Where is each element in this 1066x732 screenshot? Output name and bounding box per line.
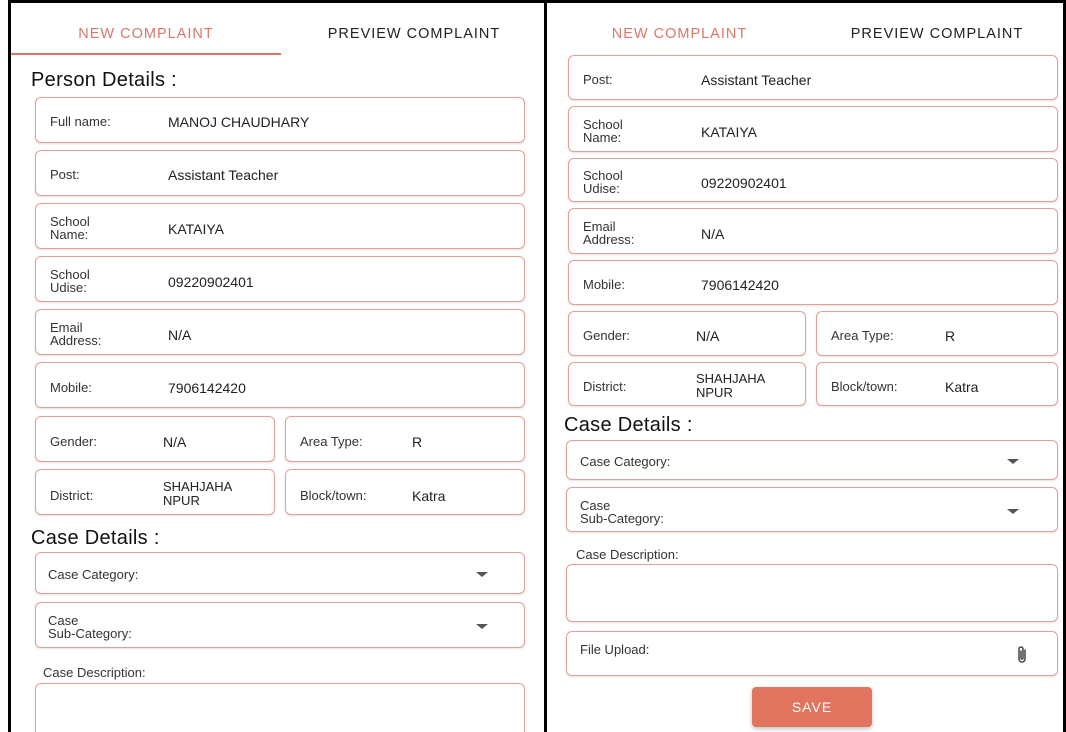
caret-down-icon xyxy=(1007,459,1019,464)
area-type-label: Area Type: xyxy=(300,434,363,449)
block-town-label: Block/town: xyxy=(831,379,898,394)
save-button[interactable]: SAVE xyxy=(752,687,872,727)
active-tab-indicator xyxy=(11,53,281,55)
case-category-label: Case Category: xyxy=(580,454,671,469)
caret-down-icon xyxy=(476,624,488,629)
case-details-heading: Case Details : xyxy=(564,414,693,436)
area-type-field[interactable]: Area Type: R xyxy=(285,416,525,462)
area-type-value: R xyxy=(412,434,423,450)
gender-label: Gender: xyxy=(583,328,630,343)
mobile-label: Mobile: xyxy=(50,380,92,395)
post-field[interactable]: Post: Assistant Teacher xyxy=(35,150,525,196)
school-udise-value: 09220902401 xyxy=(168,274,254,290)
full-name-label: Full name: xyxy=(50,114,111,129)
tab-new-complaint[interactable]: NEW COMPLAINT xyxy=(11,15,281,53)
school-name-value: KATAIYA xyxy=(701,124,758,140)
tab-new-complaint[interactable]: NEW COMPLAINT xyxy=(547,15,812,53)
full-name-field[interactable]: Full name: MANOJ CHAUDHARY xyxy=(35,97,525,143)
case-subcategory-dropdown[interactable]: Case Sub-Category: xyxy=(35,602,525,648)
gender-field[interactable]: Gender: N/A xyxy=(568,311,806,356)
tab-preview-complaint[interactable]: PREVIEW COMPLAINT xyxy=(281,15,544,53)
school-udise-value: 09220902401 xyxy=(701,175,787,191)
block-town-label: Block/town: xyxy=(300,488,367,503)
gender-field[interactable]: Gender: N/A xyxy=(35,416,275,462)
school-udise-field[interactable]: School Udise: 09220902401 xyxy=(568,158,1058,202)
area-type-value: R xyxy=(945,328,956,344)
district-value: SHAHJAHA NPUR xyxy=(163,479,233,508)
case-category-label: Case Category: xyxy=(48,567,139,582)
mobile-value: 7906142420 xyxy=(168,380,246,396)
mobile-field[interactable]: Mobile: 7906142420 xyxy=(35,362,525,408)
file-upload-field[interactable]: File Upload: xyxy=(566,631,1058,676)
block-town-field[interactable]: Block/town: Katra xyxy=(816,362,1058,406)
case-description-label: Case Description: xyxy=(576,547,679,562)
school-udise-label: School Udise: xyxy=(50,267,90,295)
school-name-label: School Name: xyxy=(583,117,623,145)
gender-label: Gender: xyxy=(50,434,97,449)
mobile-value: 7906142420 xyxy=(701,277,779,293)
case-category-dropdown[interactable]: Case Category: xyxy=(566,440,1058,480)
email-field[interactable]: Email Address: N/A xyxy=(35,309,525,355)
block-town-value: Katra xyxy=(412,488,446,504)
case-details-heading: Case Details : xyxy=(31,527,160,549)
email-value: N/A xyxy=(168,327,192,343)
email-field[interactable]: Email Address: N/A xyxy=(568,208,1058,254)
post-field[interactable]: Post: Assistant Teacher xyxy=(568,55,1058,100)
district-value: SHAHJAHA NPUR xyxy=(696,371,766,400)
person-details-heading: Person Details : xyxy=(31,69,177,91)
district-field[interactable]: District: SHAHJAHA NPUR xyxy=(568,362,806,406)
district-label: District: xyxy=(50,488,94,503)
school-udise-field[interactable]: School Udise: 09220902401 xyxy=(35,256,525,302)
new-complaint-screen-left: NEW COMPLAINT PREVIEW COMPLAINT Person D… xyxy=(8,0,547,732)
area-type-field[interactable]: Area Type: R xyxy=(816,311,1058,356)
file-upload-label: File Upload: xyxy=(580,642,650,657)
school-name-value: KATAIYA xyxy=(168,221,225,237)
gender-value: N/A xyxy=(696,328,720,344)
email-label: Email Address: xyxy=(583,219,635,247)
case-description-label: Case Description: xyxy=(43,665,146,680)
full-name-value: MANOJ CHAUDHARY xyxy=(168,114,310,130)
case-description-input[interactable] xyxy=(35,683,525,732)
mobile-field[interactable]: Mobile: 7906142420 xyxy=(568,260,1058,305)
block-town-field[interactable]: Block/town: Katra xyxy=(285,469,525,515)
case-description-input[interactable] xyxy=(566,564,1058,622)
block-town-value: Katra xyxy=(945,379,979,395)
post-label: Post: xyxy=(583,72,613,87)
school-name-field[interactable]: School Name: KATAIYA xyxy=(568,106,1058,152)
school-name-field[interactable]: School Name: KATAIYA xyxy=(35,203,525,249)
district-label: District: xyxy=(583,379,627,394)
new-complaint-screen-right: NEW COMPLAINT PREVIEW COMPLAINT Post: As… xyxy=(547,0,1066,732)
school-udise-label: School Udise: xyxy=(583,168,623,196)
school-name-label: School Name: xyxy=(50,214,90,242)
gender-value: N/A xyxy=(163,434,187,450)
case-subcategory-label: Case Sub-Category: xyxy=(580,498,664,526)
post-value: Assistant Teacher xyxy=(168,167,279,183)
case-subcategory-label: Case Sub-Category: xyxy=(48,613,132,641)
area-type-label: Area Type: xyxy=(831,328,894,343)
case-subcategory-dropdown[interactable]: Case Sub-Category: xyxy=(566,487,1058,532)
case-category-dropdown[interactable]: Case Category: xyxy=(35,552,525,594)
caret-down-icon xyxy=(1007,509,1019,514)
email-value: N/A xyxy=(701,226,725,242)
email-label: Email Address: xyxy=(50,320,102,348)
caret-down-icon xyxy=(476,572,488,577)
paperclip-icon[interactable] xyxy=(1015,645,1029,665)
post-label: Post: xyxy=(50,167,80,182)
mobile-label: Mobile: xyxy=(583,277,625,292)
post-value: Assistant Teacher xyxy=(701,72,812,88)
tab-preview-complaint[interactable]: PREVIEW COMPLAINT xyxy=(812,15,1062,53)
district-field[interactable]: District: SHAHJAHA NPUR xyxy=(35,469,275,515)
